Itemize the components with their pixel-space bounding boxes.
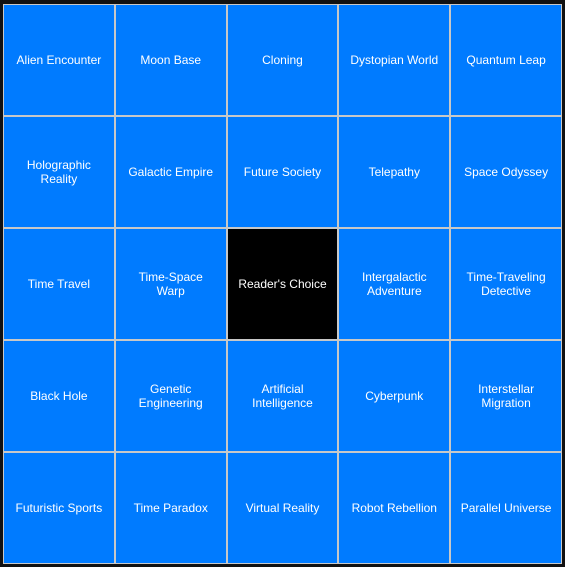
bingo-cell[interactable]: Genetic Engineering bbox=[115, 341, 226, 451]
bingo-cell[interactable]: Telepathy bbox=[339, 117, 450, 227]
bingo-cell[interactable]: Space Odyssey bbox=[451, 117, 561, 227]
bingo-cell[interactable]: Parallel Universe bbox=[451, 453, 561, 563]
bingo-cell[interactable]: Quantum Leap bbox=[451, 5, 561, 115]
free-space-cell[interactable]: Reader's Choice bbox=[227, 229, 338, 339]
bingo-cell[interactable]: Interstellar Migration bbox=[451, 341, 561, 451]
bingo-cell[interactable]: Robot Rebellion bbox=[339, 453, 450, 563]
bingo-cell[interactable]: Dystopian World bbox=[339, 5, 450, 115]
bingo-cell[interactable]: Time-Space Warp bbox=[115, 229, 226, 339]
bingo-cell[interactable]: Black Hole bbox=[4, 341, 114, 451]
bingo-cell[interactable]: Virtual Reality bbox=[227, 453, 338, 563]
bingo-cell[interactable]: Cloning bbox=[227, 5, 338, 115]
bingo-cell[interactable]: Time Travel bbox=[4, 229, 114, 339]
bingo-cell[interactable]: Cyberpunk bbox=[339, 341, 450, 451]
bingo-cell[interactable]: Intergalactic Adventure bbox=[339, 229, 450, 339]
bingo-cell[interactable]: Moon Base bbox=[115, 5, 226, 115]
bingo-cell[interactable]: Time Paradox bbox=[115, 453, 226, 563]
bingo-board: Alien Encounter Moon Base Cloning Dystop… bbox=[3, 4, 562, 564]
bingo-cell[interactable]: Artificial Intelligence bbox=[227, 341, 338, 451]
bingo-cell[interactable]: Alien Encounter bbox=[4, 5, 114, 115]
bingo-cell[interactable]: Holographic Reality bbox=[4, 117, 114, 227]
bingo-cell[interactable]: Time-Traveling Detective bbox=[451, 229, 561, 339]
bingo-cell[interactable]: Futuristic Sports bbox=[4, 453, 114, 563]
bingo-cell[interactable]: Future Society bbox=[227, 117, 338, 227]
bingo-cell[interactable]: Galactic Empire bbox=[115, 117, 226, 227]
